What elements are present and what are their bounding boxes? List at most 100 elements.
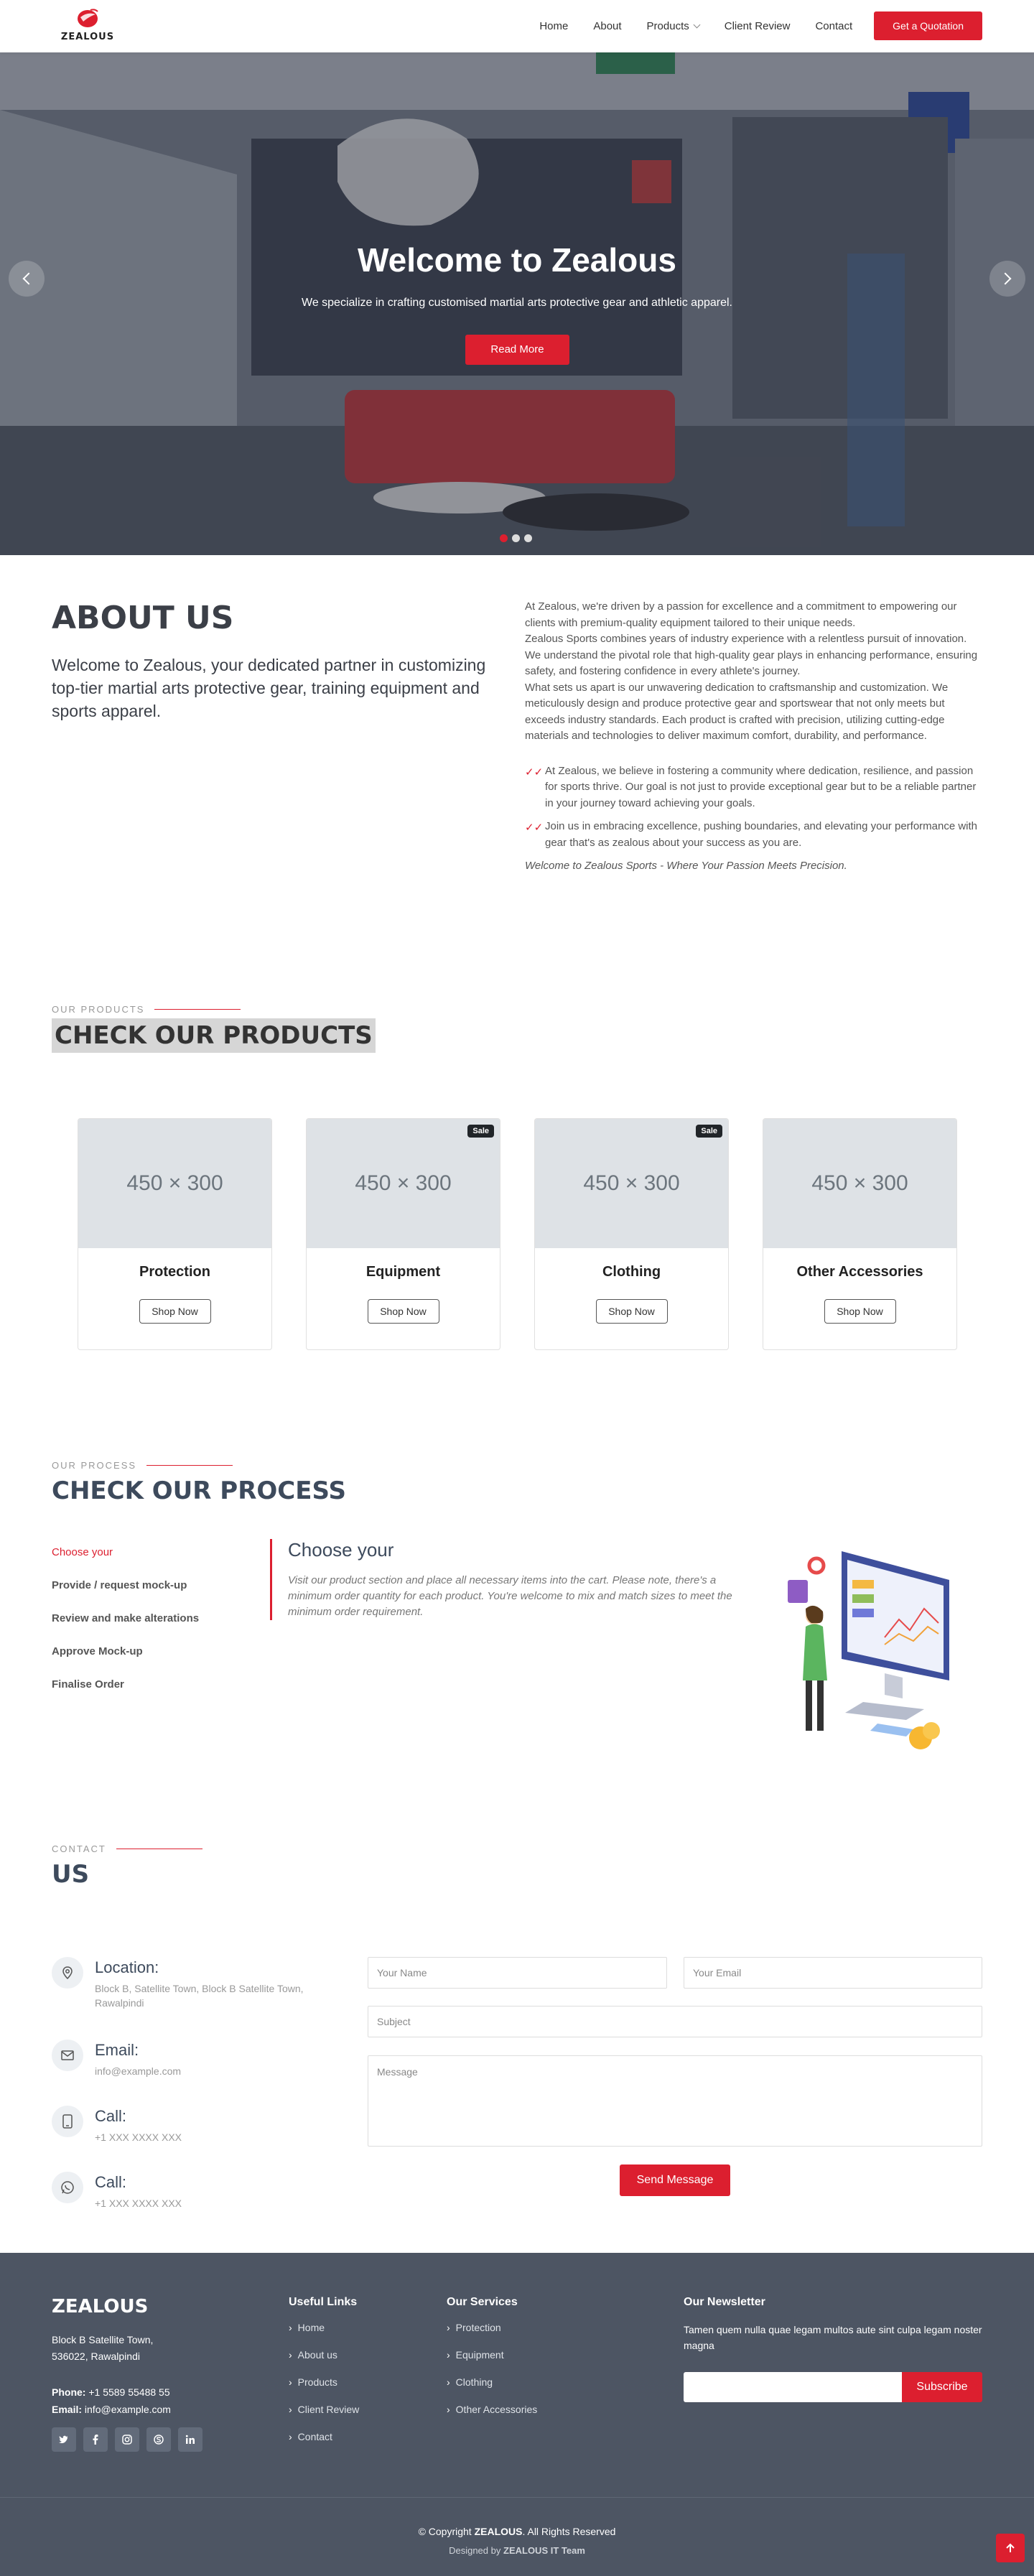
carousel-dot-2[interactable] — [512, 534, 520, 542]
footer-contact: Phone: +1 5589 55488 55 Email: info@exam… — [52, 2384, 171, 2418]
skype-icon[interactable] — [146, 2427, 171, 2452]
about-bullet: ✓✓ Join us in embracing excellence, pushi… — [525, 819, 984, 851]
footer-link[interactable]: Clothing — [447, 2376, 537, 2404]
read-more-button[interactable]: Read More — [465, 335, 569, 365]
footer-link[interactable]: Equipment — [447, 2349, 537, 2376]
arrow-up-icon — [1006, 2543, 1015, 2552]
check-icon: ✓✓ — [525, 766, 544, 778]
hero-title: Welcome to Zealous — [358, 241, 676, 279]
nav-client-review[interactable]: Client Review — [725, 20, 791, 32]
products-eyebrow-text: OUR PRODUCTS — [52, 1004, 145, 1015]
products-eyebrow: OUR PRODUCTS — [52, 1004, 241, 1015]
footer-link[interactable]: About us — [289, 2349, 359, 2376]
shop-now-button[interactable]: Shop Now — [139, 1299, 211, 1324]
social-links — [52, 2427, 210, 2452]
logo[interactable]: ZEALOUS — [52, 7, 124, 46]
footer-brand: ZEALOUS — [52, 2296, 149, 2317]
about-paragraph: Zealous Sports combines years of industr… — [525, 633, 978, 677]
nav-products-label: Products — [646, 19, 689, 32]
envelope-icon — [52, 2040, 83, 2071]
footer-phone-label: Phone: — [52, 2386, 86, 2398]
process-step-tab[interactable]: Review and make alterations — [52, 1612, 231, 1645]
copyright-brand: ZEALOUS — [474, 2526, 523, 2537]
nav-products[interactable]: Products — [646, 19, 701, 32]
message-textarea[interactable]: Message — [368, 2055, 982, 2147]
product-name: Equipment — [365, 1264, 441, 1280]
carousel-dot-1[interactable] — [500, 534, 508, 542]
product-name: Protection — [139, 1264, 210, 1280]
subject-input[interactable]: Subject — [368, 2006, 982, 2037]
phone-icon — [52, 2106, 83, 2137]
call-value[interactable]: +1 XXX XXXX XXX — [95, 2130, 325, 2144]
process-step-tab[interactable]: Provide / request mock-up — [52, 1579, 231, 1612]
call2-label: Call: — [95, 2173, 127, 2191]
contact-eyebrow: CONTACT — [52, 1843, 202, 1854]
footer-link[interactable]: Other Accessories — [447, 2404, 538, 2431]
footer-link[interactable]: Client Review — [289, 2404, 360, 2431]
location-label: Location: — [95, 1958, 159, 1976]
divider — [154, 1009, 241, 1010]
about-text: At Zealous, we're driven by a passion fo… — [525, 599, 984, 875]
divider — [146, 1465, 233, 1466]
carousel-dot-3[interactable] — [524, 534, 532, 542]
footer-email-label: Email: — [52, 2404, 83, 2415]
footer-phone: +1 5589 55488 55 — [88, 2386, 170, 2398]
product-card-protection: 450 × 300 Protection Shop Now — [78, 1118, 272, 1350]
main-nav: Home About Products Client Review Contac… — [514, 11, 982, 40]
instagram-icon[interactable] — [115, 2427, 139, 2452]
contact-whatsapp: Call: +1 XXX XXXX XXX — [52, 2172, 339, 2215]
designed-by: Designed by ZEALOUS IT Team — [0, 2545, 1034, 2556]
product-card-other-accessories: 450 × 300 Other Accessories Shop Now — [763, 1118, 957, 1350]
newsletter-email-input[interactable] — [684, 2372, 902, 2402]
get-quotation-button[interactable]: Get a Quotation — [874, 11, 982, 40]
shop-now-button[interactable]: Shop Now — [595, 1299, 668, 1324]
process-eyebrow: OUR PROCESS — [52, 1460, 233, 1471]
back-to-top-button[interactable] — [996, 2534, 1025, 2562]
carousel-next-icon[interactable] — [989, 261, 1025, 297]
shop-now-button[interactable]: Shop Now — [367, 1299, 439, 1324]
designed-pre: Designed by — [449, 2545, 501, 2556]
site-footer: ZEALOUS Block B Satellite Town, 536022, … — [0, 2253, 1034, 2497]
carousel-indicators — [500, 534, 536, 542]
map-pin-icon — [52, 1957, 83, 1989]
about-paragraph: At Zealous, we're driven by a passion fo… — [525, 600, 957, 629]
twitter-icon[interactable] — [52, 2427, 76, 2452]
process-panel-text: Visit our product section and place all … — [288, 1574, 732, 1618]
copyright: © Copyright ZEALOUS. All Rights Reserved — [0, 2526, 1034, 2537]
linkedin-icon[interactable] — [178, 2427, 202, 2452]
process-step-tab[interactable]: Choose your — [52, 1546, 231, 1579]
newsletter-text: Tamen quem nulla quae legam multos aute … — [684, 2324, 982, 2351]
carousel-prev-icon[interactable] — [9, 261, 45, 297]
subscribe-button[interactable]: Subscribe — [902, 2372, 982, 2402]
contact-call: Call: +1 XXX XXXX XXX — [52, 2106, 339, 2149]
send-message-button[interactable]: Send Message — [620, 2165, 730, 2196]
newsletter-title: Our Newsletter — [684, 2296, 765, 2308]
process-eyebrow-text: OUR PROCESS — [52, 1460, 137, 1471]
newsletter: Our Newsletter Tamen quem nulla quae leg… — [684, 2296, 985, 2402]
footer-link[interactable]: Products — [289, 2376, 359, 2404]
nav-contact[interactable]: Contact — [815, 20, 852, 32]
facebook-icon[interactable] — [83, 2427, 108, 2452]
call2-value[interactable]: +1 XXX XXXX XXX — [95, 2196, 325, 2210]
process-step-tab[interactable]: Approve Mock-up — [52, 1645, 231, 1678]
process-title: CHECK OUR PROCESS — [52, 1477, 346, 1505]
email-input[interactable]: Your Email — [684, 1957, 982, 1989]
contact-email: Email: info@example.com — [52, 2040, 339, 2083]
process-step-tab[interactable]: Finalise Order — [52, 1678, 231, 1711]
logo-text: ZEALOUS — [60, 32, 115, 42]
hero-subtitle: We specialize in crafting customised mar… — [302, 297, 732, 309]
email-value[interactable]: info@example.com — [95, 2064, 325, 2078]
products-title: CHECK OUR PRODUCTS — [52, 1018, 376, 1053]
footer-link[interactable]: Contact — [289, 2431, 359, 2458]
nav-home[interactable]: Home — [539, 20, 568, 32]
copyright-post: . All Rights Reserved — [522, 2526, 616, 2537]
sale-badge: Sale — [696, 1125, 722, 1138]
process-panel-title: Choose your — [288, 1539, 394, 1561]
nav-about[interactable]: About — [593, 20, 621, 32]
hero-carousel: Welcome to Zealous We specialize in craf… — [0, 52, 1034, 555]
footer-link[interactable]: Protection — [447, 2322, 537, 2349]
email-label: Email: — [95, 2041, 139, 2059]
footer-link[interactable]: Home — [289, 2322, 359, 2349]
shop-now-button[interactable]: Shop Now — [824, 1299, 896, 1324]
name-input[interactable]: Your Name — [368, 1957, 667, 1989]
